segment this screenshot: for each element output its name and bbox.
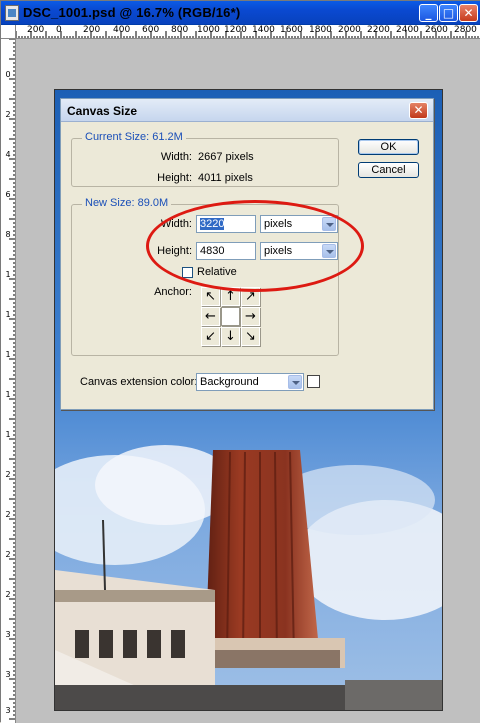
close-window-button[interactable]: ✕ [459,4,478,22]
ruler-label: 1 [5,390,11,399]
ruler-label: 1200 [224,25,247,35]
document-titlebar[interactable]: DSC_1001.psd @ 16.7% (RGB/16*) _ □ ✕ [1,1,480,25]
current-width-value: 2667 pixels [198,151,254,163]
maximize-button[interactable]: □ [439,4,458,22]
ruler-label: 1400 [252,25,275,35]
ruler-label: 2800 [454,25,477,35]
ruler-label: 8 [5,230,11,239]
ruler-label: 3 [5,706,11,715]
ruler-corner[interactable] [1,25,16,39]
ruler-label: 1 [5,430,11,439]
anchor-center[interactable] [221,307,240,326]
anchor-bottom[interactable]: ↓ [221,327,240,346]
ruler-label: 800 [171,25,189,35]
chevron-down-icon[interactable] [288,375,302,389]
new-size-legend: New Size: 89.0M [82,197,172,209]
extension-color-select[interactable]: Background [196,373,304,391]
anchor-right[interactable]: → [241,307,260,326]
document-icon [5,5,19,21]
extension-color-swatch[interactable] [307,375,320,388]
dialog-title: Canvas Size [67,104,138,118]
current-width-label: Width: [160,151,192,163]
ruler-label: 1600 [280,25,303,35]
ruler-label: 3 [5,670,11,679]
ruler-label: 1 [5,350,11,359]
ruler-label: 1800 [309,25,332,35]
anchor-label: Anchor: [154,286,192,298]
current-size-legend: Current Size: 61.2M [82,131,186,143]
ok-button[interactable]: OK [358,139,419,155]
ruler-label: 2000 [338,25,361,35]
current-height-label: Height: [157,172,192,184]
ruler-label: 2600 [425,25,448,35]
ruler-label: 2 [5,470,11,479]
anchor-left[interactable]: ← [201,307,220,326]
dialog-titlebar[interactable]: Canvas Size ✕ [61,99,433,122]
extension-color-value: Background [200,376,259,388]
ruler-label: 4 [5,150,11,159]
ruler-label: 6 [5,190,11,199]
ruler-label: 0 [56,25,62,35]
dialog-close-button[interactable]: ✕ [409,102,428,119]
anchor-top-left[interactable]: ↖ [201,287,220,306]
anchor-grid: ↖ ↑ ↗ ← → ↙ ↓ ↘ [201,287,261,347]
ruler-label: 200 [27,25,45,35]
annotation-ellipse [146,200,364,292]
ruler-label: 2 [5,510,11,519]
ruler-label: 2200 [367,25,390,35]
ruler-label: 1000 [197,25,220,35]
ruler-label: 200 [83,25,101,35]
ruler-label: 400 [113,25,131,35]
document-title: DSC_1001.psd @ 16.7% (RGB/16*) [23,5,241,20]
ruler-label: 0 [5,70,11,79]
ruler-label: 2400 [396,25,419,35]
ruler-label: 1 [5,310,11,319]
ruler-label: 2 [5,550,11,559]
ruler-label: 600 [142,25,160,35]
ruler-ticks [9,39,15,720]
current-size-group: Current Size: 61.2M Width: 2667 pixels H… [71,131,339,187]
ruler-label: 1 [5,270,11,279]
anchor-bottom-right[interactable]: ↘ [241,327,260,346]
ruler-label: 2 [5,590,11,599]
extension-color-label: Canvas extension color: [80,376,198,388]
ruler-label: 2 [5,110,11,119]
current-height-value: 4011 pixels [198,172,253,184]
cancel-button[interactable]: Cancel [358,162,419,178]
anchor-bottom-left[interactable]: ↙ [201,327,220,346]
horizontal-ruler[interactable]: 200 0 200 400 600 800 1000 1200 1400 160… [16,25,480,39]
vertical-ruler[interactable]: 0 2 4 6 8 1 1 1 1 1 2 2 2 2 3 3 3 [1,39,16,723]
ruler-label: 3 [5,630,11,639]
minimize-button[interactable]: _ [419,4,438,22]
